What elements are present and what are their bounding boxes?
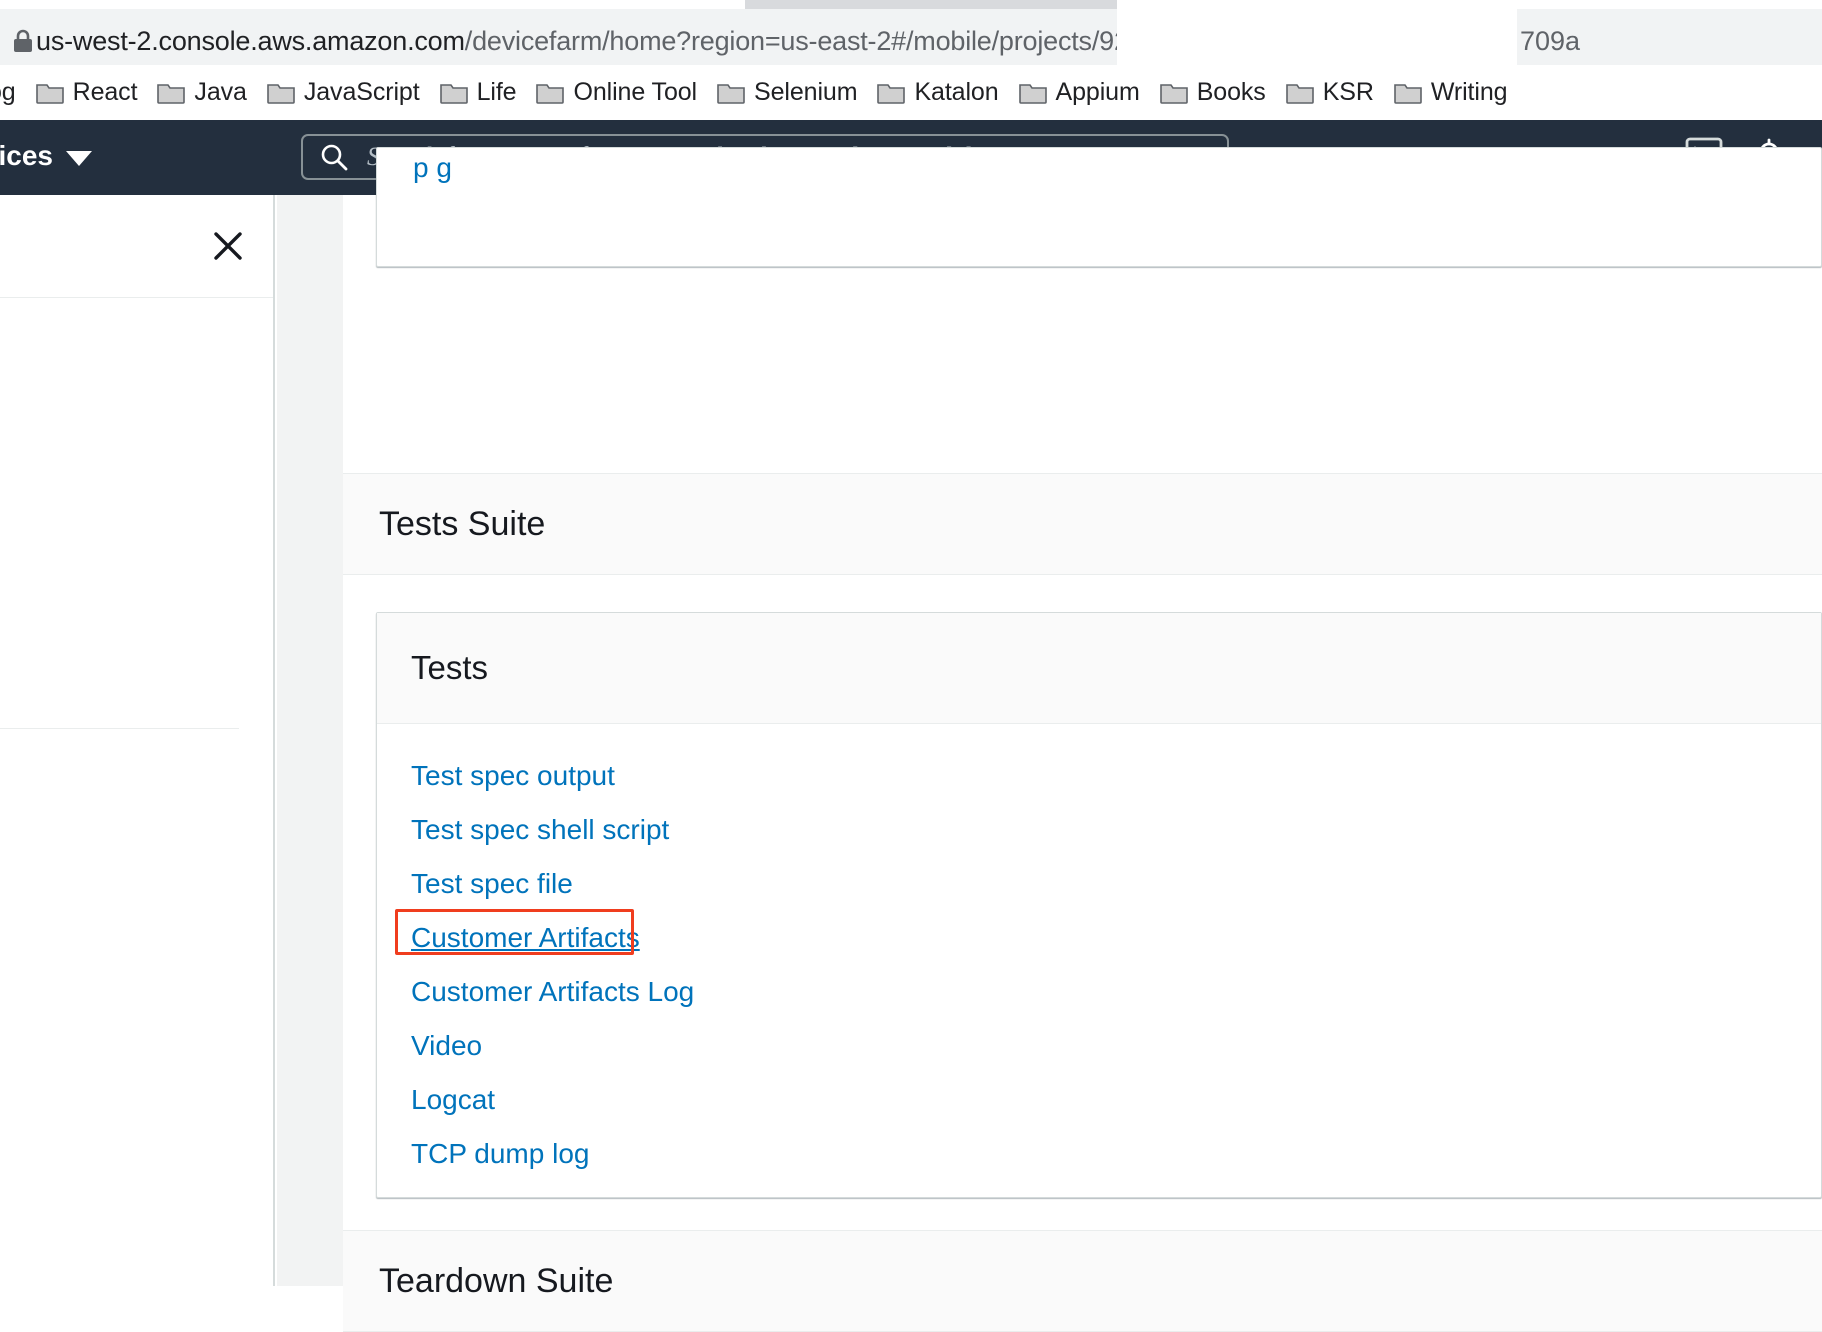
side-navigation-panel: m e Testing s yser Testing xyxy=(0,195,275,1286)
bookmark-label: Selenium xyxy=(754,78,858,106)
bookmark-item[interactable]: React xyxy=(26,71,148,115)
bookmark-item[interactable]: Katalon xyxy=(867,71,1008,115)
lock-icon xyxy=(12,29,34,53)
url-path: /devicefarm/home?region=us-east-2#/mobil… xyxy=(464,26,1144,56)
tests-card-body: Test spec output Test spec shell script … xyxy=(377,724,1821,1170)
url-text[interactable]: us-west-2.console.aws.amazon.com/devicef… xyxy=(36,21,1144,61)
tests-card: Tests Test spec output Test spec shell s… xyxy=(376,612,1822,1198)
bookmark-label: Life xyxy=(476,78,517,106)
tests-card-header: Tests xyxy=(377,613,1821,724)
side-panel-nav: e Testing s yser Testing on xyxy=(0,298,273,817)
folder-icon xyxy=(35,81,64,104)
folder-icon xyxy=(439,81,468,104)
tests-card-title: Tests xyxy=(411,649,489,686)
bookmark-label: Java xyxy=(194,78,247,106)
bookmark-item[interactable]: KSR xyxy=(1276,71,1384,115)
close-icon[interactable] xyxy=(211,229,245,263)
section-title: Tests Suite xyxy=(379,504,546,543)
folder-icon xyxy=(717,81,745,104)
link-test-spec-file[interactable]: Test spec file xyxy=(411,868,573,900)
link-test-spec-output[interactable]: Test spec output xyxy=(411,760,615,792)
folder-icon xyxy=(1159,81,1188,104)
bookmark-item[interactable]: Writing xyxy=(1384,71,1518,115)
bookmark-item[interactable]: Selenium xyxy=(707,71,867,115)
bookmarks-bar[interactable]: og React Java JavaScript Life Online Too… xyxy=(0,65,1822,120)
folder-icon xyxy=(1394,81,1422,104)
bookmark-label: Appium xyxy=(1055,78,1140,106)
folder-icon xyxy=(877,81,906,104)
services-menu-label: rvices xyxy=(0,140,53,171)
folder-icon xyxy=(157,81,186,104)
bookmark-item[interactable]: Java xyxy=(147,71,256,115)
folder-icon xyxy=(1285,81,1314,104)
bookmark-label: KSR xyxy=(1322,78,1374,106)
folder-icon xyxy=(1018,81,1047,104)
bookmark-item[interactable]: JavaScript xyxy=(257,71,430,115)
bookmark-label: Katalon xyxy=(914,78,999,106)
bookmark-item[interactable]: Books xyxy=(1150,71,1276,115)
sidebar-item-desktop-browser-testing[interactable]: yser Testing xyxy=(0,578,273,630)
bookmark-item[interactable]: Appium xyxy=(1009,71,1150,115)
link-test-spec-shell-script[interactable]: Test spec shell script xyxy=(411,814,669,846)
bookmark-item[interactable]: Life xyxy=(430,71,527,115)
bookmark-label: React xyxy=(72,78,138,106)
sidebar-item-projects[interactable]: s xyxy=(0,500,273,552)
bookmark-label: Writing xyxy=(1430,78,1508,106)
link-video[interactable]: Video xyxy=(411,1030,482,1062)
sidebar-item-documentation[interactable]: on xyxy=(0,765,273,817)
link-logcat[interactable]: Logcat xyxy=(411,1084,495,1116)
section-header-tests-suite: Tests Suite xyxy=(343,473,1822,575)
partial-artifact-link[interactable]: p g xyxy=(413,152,452,184)
url-tail: 709a xyxy=(1520,26,1581,56)
omnibox[interactable]: us-west-2.console.aws.amazon.com/devicef… xyxy=(0,9,1822,69)
url-host: us-west-2.console.aws.amazon.com xyxy=(36,26,465,56)
url-redaction-overlay xyxy=(1117,9,1517,69)
side-panel-header: m xyxy=(0,195,273,298)
bookmark-item[interactable]: og xyxy=(0,71,26,115)
previous-suite-card: p g xyxy=(376,147,1822,267)
bookmark-label: og xyxy=(0,78,16,106)
browser-chrome: us-west-2.console.aws.amazon.com/devicef… xyxy=(0,0,1822,120)
content-column: p g Tests Suite Tests Test spec output T… xyxy=(277,147,1822,1332)
section-title: Teardown Suite xyxy=(379,1261,614,1300)
page-body: m e Testing s yser Testing xyxy=(0,147,1822,1332)
bookmark-label: Online Tool xyxy=(573,78,698,106)
bookmark-item[interactable]: Online Tool xyxy=(526,71,707,115)
link-customer-artifacts[interactable]: Customer Artifacts xyxy=(411,922,640,954)
bookmark-label: Books xyxy=(1196,78,1266,106)
sidebar-item-mobile-device-testing[interactable]: e Testing xyxy=(0,343,273,395)
folder-icon xyxy=(536,81,565,104)
folder-icon xyxy=(267,81,295,104)
tab-strip-remnant xyxy=(745,0,1117,9)
services-menu-button[interactable]: rvices xyxy=(0,140,92,172)
section-header-teardown-suite: Teardown Suite xyxy=(343,1230,1822,1332)
link-tcp-dump-log[interactable]: TCP dump log xyxy=(411,1138,589,1170)
bookmark-label: JavaScript xyxy=(303,78,420,106)
chevron-down-icon xyxy=(65,151,92,166)
run-details-content: p g Tests Suite Tests Test spec output T… xyxy=(343,147,1822,1332)
link-customer-artifacts-log[interactable]: Customer Artifacts Log xyxy=(411,976,694,1008)
search-icon xyxy=(319,142,349,172)
